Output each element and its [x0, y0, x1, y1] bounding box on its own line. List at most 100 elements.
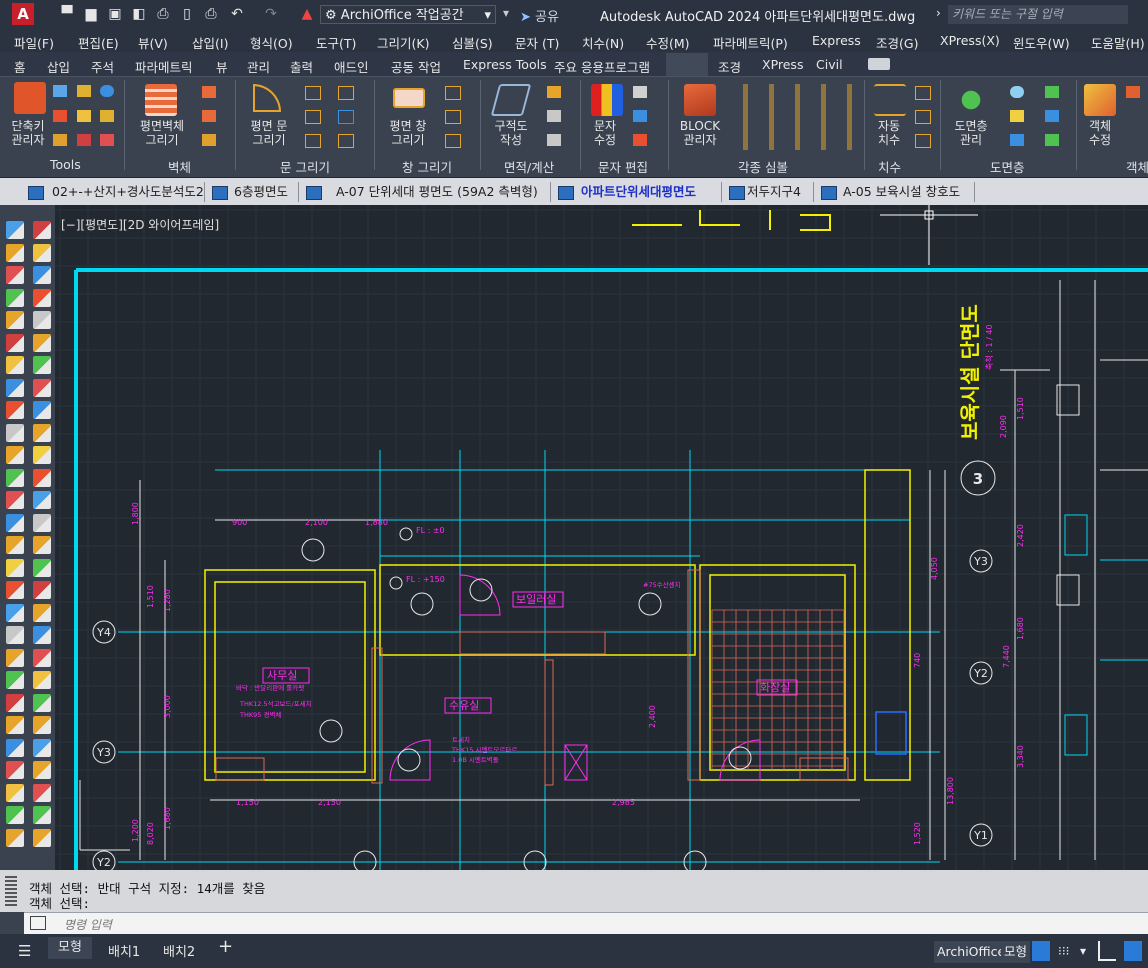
screen-tool-icon[interactable] — [6, 221, 24, 239]
file-tab[interactable]: 저두지구4 — [747, 182, 801, 202]
block-manager-icon[interactable] — [684, 84, 716, 116]
menu-item[interactable]: 파일(F) — [14, 33, 54, 52]
autocad-logo-icon[interactable]: A — [12, 3, 34, 25]
window-frame-icon[interactable] — [445, 110, 461, 124]
grid-tool-icon[interactable] — [33, 536, 51, 554]
ribbon-minimize-icon[interactable] — [868, 58, 890, 70]
column-tool-icon[interactable] — [33, 761, 51, 779]
undo-icon[interactable]: ↶ — [228, 5, 246, 23]
grid-tool-icon[interactable] — [6, 603, 24, 622]
shortcut-manager-icon[interactable] — [14, 82, 46, 114]
object-modify-icon[interactable] — [1084, 84, 1116, 116]
ribbon-tab[interactable]: Civil — [816, 57, 843, 72]
ribbon-tab[interactable]: 조경 — [718, 57, 741, 76]
align-tool-icon[interactable] — [33, 311, 51, 329]
layer-on-icon[interactable] — [1010, 86, 1024, 98]
model-space-button[interactable]: 모형 — [1001, 941, 1031, 963]
brush-icon[interactable] — [100, 110, 114, 122]
command-prompt-icon[interactable] — [30, 916, 46, 930]
redo-icon[interactable]: ↷ — [262, 5, 280, 23]
shrub-tool-icon[interactable] — [6, 806, 24, 824]
viewport-controls-label[interactable]: [−][평면도][2D 와이어프레임] — [61, 216, 219, 233]
plant-tool-icon[interactable] — [6, 671, 24, 689]
command-input[interactable]: 명령 입력 — [24, 912, 1148, 935]
archioffice-status-button[interactable]: ArchiOffice — [934, 941, 1009, 963]
ribbon-tab[interactable]: XPress — [762, 57, 803, 72]
ribbon-tab[interactable]: 파라메트릭 — [135, 57, 193, 76]
tree-tool-icon[interactable] — [6, 468, 24, 487]
brick-tool-icon[interactable] — [33, 266, 51, 284]
block-tool-icon[interactable] — [33, 671, 51, 689]
pen-tool-icon[interactable] — [6, 311, 24, 329]
shrub-tool-icon[interactable] — [33, 738, 51, 757]
menu-item[interactable]: 도구(T) — [316, 33, 356, 52]
new-file-icon[interactable]: ▀ — [58, 5, 76, 23]
ribbon-tab[interactable]: 관리 — [247, 57, 270, 76]
monitor-icon[interactable] — [53, 85, 67, 97]
script-icon[interactable] — [77, 85, 91, 97]
menu-item[interactable]: XPress(X) — [940, 33, 1000, 48]
menu-item[interactable]: 수정(M) — [646, 33, 690, 52]
mark-tool-icon[interactable] — [6, 581, 24, 599]
layer-freeze-icon[interactable] — [1045, 86, 1059, 98]
area-list-icon[interactable] — [547, 110, 561, 122]
door-arc-icon[interactable] — [338, 86, 354, 100]
brick-tool-icon[interactable] — [6, 333, 24, 352]
auto-dimension-icon[interactable] — [874, 84, 906, 116]
customize-qat-icon[interactable]: ▾ — [503, 6, 509, 20]
text-tool-icon[interactable] — [6, 626, 24, 644]
layer-match-icon[interactable] — [1045, 134, 1059, 146]
save-icon[interactable]: ▣ — [106, 5, 124, 23]
move-tool-icon[interactable] — [6, 513, 24, 532]
wall-draw-icon[interactable] — [145, 84, 177, 116]
text-tool-icon[interactable] — [33, 558, 51, 577]
file-tab[interactable]: 6층평면도 — [234, 182, 288, 202]
table-tool-icon[interactable] — [6, 648, 24, 667]
number-text-icon[interactable] — [633, 86, 647, 98]
snap-dropdown-icon[interactable]: ▾ — [1080, 944, 1086, 958]
mirror-icon[interactable] — [53, 134, 67, 146]
dim-tool-icon[interactable] — [6, 446, 24, 464]
close-icon[interactable] — [100, 134, 114, 146]
wall-option-icon[interactable] — [202, 86, 216, 98]
dim-tool-icon[interactable] — [33, 378, 51, 397]
share-button[interactable]: ➤ 공유 — [520, 6, 559, 25]
door-slide-icon[interactable] — [305, 134, 321, 148]
star-tool-icon[interactable] — [6, 558, 24, 577]
archioffice-icon[interactable]: ▲ — [298, 5, 316, 23]
menu-item[interactable]: 심볼(S) — [452, 33, 493, 52]
move-tool-icon[interactable] — [33, 446, 51, 464]
wrench-icon[interactable] — [0, 912, 24, 934]
hamburger-menu-icon[interactable]: ☰ — [18, 942, 31, 960]
ribbon-tab[interactable]: 애드인 — [334, 57, 369, 76]
symbol-icon-grid[interactable] — [733, 84, 861, 150]
command-grip-icon[interactable] — [5, 876, 17, 906]
block-tool-icon[interactable] — [6, 738, 24, 757]
export-icon[interactable]: ⎙ — [154, 5, 172, 23]
menu-item[interactable]: 뷰(V) — [138, 33, 168, 52]
bulb-tool-icon[interactable] — [6, 783, 24, 802]
screen-tool-icon[interactable] — [33, 783, 51, 802]
menu-item[interactable]: 조경(G) — [876, 33, 918, 52]
search-input[interactable]: 키워드 또는 구절 입력 — [948, 5, 1128, 24]
mark-tool-icon[interactable] — [33, 513, 51, 532]
text-edit-icon[interactable] — [591, 84, 623, 116]
fill-tool-icon[interactable] — [33, 221, 51, 239]
file-tab[interactable]: A-05 보육시설 창호도 — [843, 182, 960, 202]
tree-tool-icon[interactable] — [33, 401, 51, 419]
workspace-dropdown[interactable]: ⚙ ArchiOffice 작업공간 ▾ — [320, 5, 496, 24]
file-tab[interactable]: 아파트단위세대평면도 — [581, 182, 696, 202]
window-draw-icon[interactable] — [393, 88, 425, 108]
ribbon-tab[interactable]: Express Tools — [463, 57, 547, 72]
area-calc-small-icon[interactable] — [547, 134, 561, 146]
stair-tool-icon[interactable] — [33, 626, 51, 644]
menu-item[interactable]: 형식(O) — [250, 33, 293, 52]
menu-item[interactable]: 문자 (T) — [515, 33, 559, 52]
pencil-tool-icon[interactable] — [6, 423, 24, 442]
arc-tool-icon[interactable] — [6, 716, 24, 734]
ribbon-tab[interactable]: 공동 작업 — [391, 57, 441, 76]
door-tool-icon[interactable] — [33, 693, 51, 712]
window-type-icon[interactable] — [445, 86, 461, 100]
pen-tool-icon[interactable] — [33, 243, 51, 262]
star-tool-icon[interactable] — [33, 491, 51, 509]
